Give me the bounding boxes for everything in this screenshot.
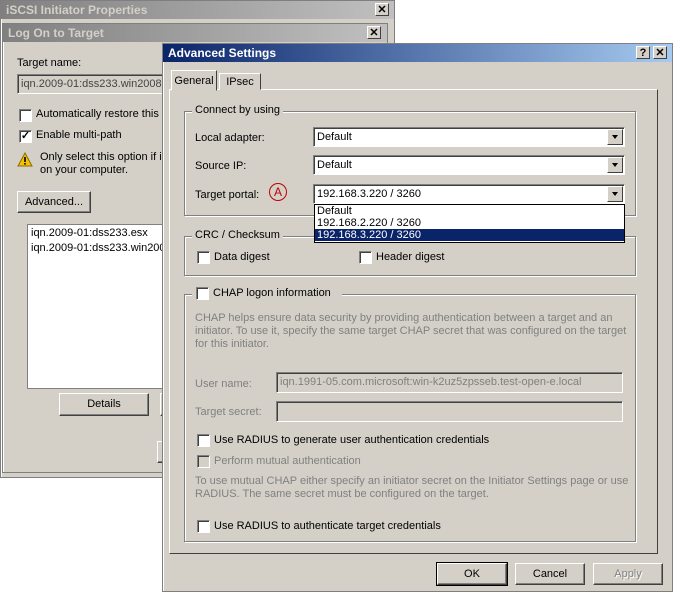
callout-a: A (269, 183, 287, 201)
local-adapter-value: Default (317, 131, 352, 143)
target-list[interactable]: iqn.2009-01:dss233.esx iqn.2009-01:dss23… (27, 224, 177, 389)
warning-text-1: Only select this option if iS (40, 151, 170, 163)
dropdown-arrow-icon[interactable] (607, 129, 623, 145)
mutual-auth-checkbox[interactable] (197, 455, 210, 468)
advanced-settings-title: Advanced Settings (163, 44, 672, 62)
local-adapter-select[interactable]: Default (313, 127, 625, 147)
chap-help-line-1: CHAP helps ensure data security by provi… (195, 312, 613, 324)
cancel-button[interactable]: Cancel (515, 563, 585, 585)
iscsi-properties-title-text: iSCSI Initiator Properties (6, 3, 148, 17)
source-ip-select[interactable]: Default (313, 155, 625, 175)
mutual-help-line-2: RADIUS. The same secret must be configur… (195, 488, 489, 500)
target-secret-label: Target secret: (195, 406, 262, 418)
radius-target-label: Use RADIUS to authenticate target creden… (214, 520, 441, 532)
target-portal-label: Target portal: (195, 189, 260, 201)
portal-option[interactable]: Default (315, 205, 624, 217)
callout-a-text: A (273, 185, 282, 199)
header-digest-checkbox[interactable] (359, 251, 372, 264)
chap-help-line-2: initiator. To use it, specify the same t… (195, 325, 627, 337)
auto-restore-checkbox[interactable] (19, 109, 32, 122)
help-icon[interactable]: ? (636, 46, 650, 59)
source-ip-value: Default (317, 159, 352, 171)
warning-text-2: on your computer. (40, 164, 129, 176)
apply-button[interactable]: Apply (593, 563, 663, 585)
radius-generate-label: Use RADIUS to generate user authenticati… (214, 434, 490, 446)
target-portal-value: 192.168.3.220 / 3260 (317, 188, 421, 200)
ok-button[interactable]: OK (436, 562, 508, 586)
portal-option[interactable]: 192.168.2.220 / 3260 (315, 217, 624, 229)
portal-option-selected[interactable]: 192.168.3.220 / 3260 (315, 229, 624, 241)
warning-icon (17, 152, 33, 167)
target-name-label: Target name: (17, 57, 82, 69)
dropdown-arrow-icon[interactable] (607, 186, 623, 202)
radius-target-checkbox[interactable] (197, 520, 210, 533)
close-icon[interactable]: ✕ (375, 3, 389, 16)
logon-dialog-title: Log On to Target (3, 24, 387, 42)
auto-restore-label: Automatically restore this co (36, 108, 174, 120)
advanced-settings-dialog: Advanced Settings ? ✕ General IPsec Conn… (162, 43, 673, 592)
close-icon[interactable]: ✕ (653, 46, 667, 59)
header-digest-label: Header digest (376, 251, 445, 263)
chap-help-line-3: for this initiator. (195, 338, 269, 350)
list-item[interactable]: iqn.2009-01:dss233.win2008 (31, 242, 172, 254)
chap-checkbox[interactable] (196, 287, 209, 300)
source-ip-label: Source IP: (195, 160, 247, 172)
advanced-button[interactable]: Advanced... (17, 191, 91, 213)
crc-group-label: CRC / Checksum (192, 229, 283, 241)
data-digest-checkbox[interactable] (197, 251, 210, 264)
radius-generate-checkbox[interactable] (197, 434, 210, 447)
user-name-field[interactable]: iqn.1991-05.com.microsoft:win-k2uz5zpsse… (276, 372, 623, 393)
details-button[interactable]: Details (59, 393, 149, 416)
tab-ipsec[interactable]: IPsec (219, 73, 261, 90)
advanced-settings-title-text: Advanced Settings (168, 46, 277, 60)
mutual-help-line-1: To use mutual CHAP either specify an ini… (195, 475, 629, 487)
list-item[interactable]: iqn.2009-01:dss233.esx (31, 227, 148, 239)
mutual-auth-label: Perform mutual authentication (214, 455, 361, 467)
chap-label: CHAP logon information (213, 287, 331, 299)
checkmark-icon: ✓ (20, 130, 31, 142)
local-adapter-label: Local adapter: (195, 132, 265, 144)
user-name-label: User name: (195, 378, 252, 390)
connect-group-label: Connect by using (192, 104, 283, 116)
tab-general[interactable]: General (171, 70, 217, 91)
dropdown-arrow-icon[interactable] (607, 157, 623, 173)
close-icon[interactable]: ✕ (367, 26, 381, 39)
logon-dialog-title-text: Log On to Target (8, 26, 104, 40)
target-portal-dropdown[interactable]: Default 192.168.2.220 / 3260 192.168.3.2… (314, 204, 625, 243)
data-digest-label: Data digest (214, 251, 270, 263)
multipath-checkbox[interactable]: ✓ (19, 130, 32, 143)
target-portal-select[interactable]: 192.168.3.220 / 3260 (313, 184, 625, 204)
target-secret-field[interactable] (276, 401, 623, 422)
multipath-label: Enable multi-path (36, 129, 122, 141)
iscsi-properties-title: iSCSI Initiator Properties (1, 1, 394, 19)
